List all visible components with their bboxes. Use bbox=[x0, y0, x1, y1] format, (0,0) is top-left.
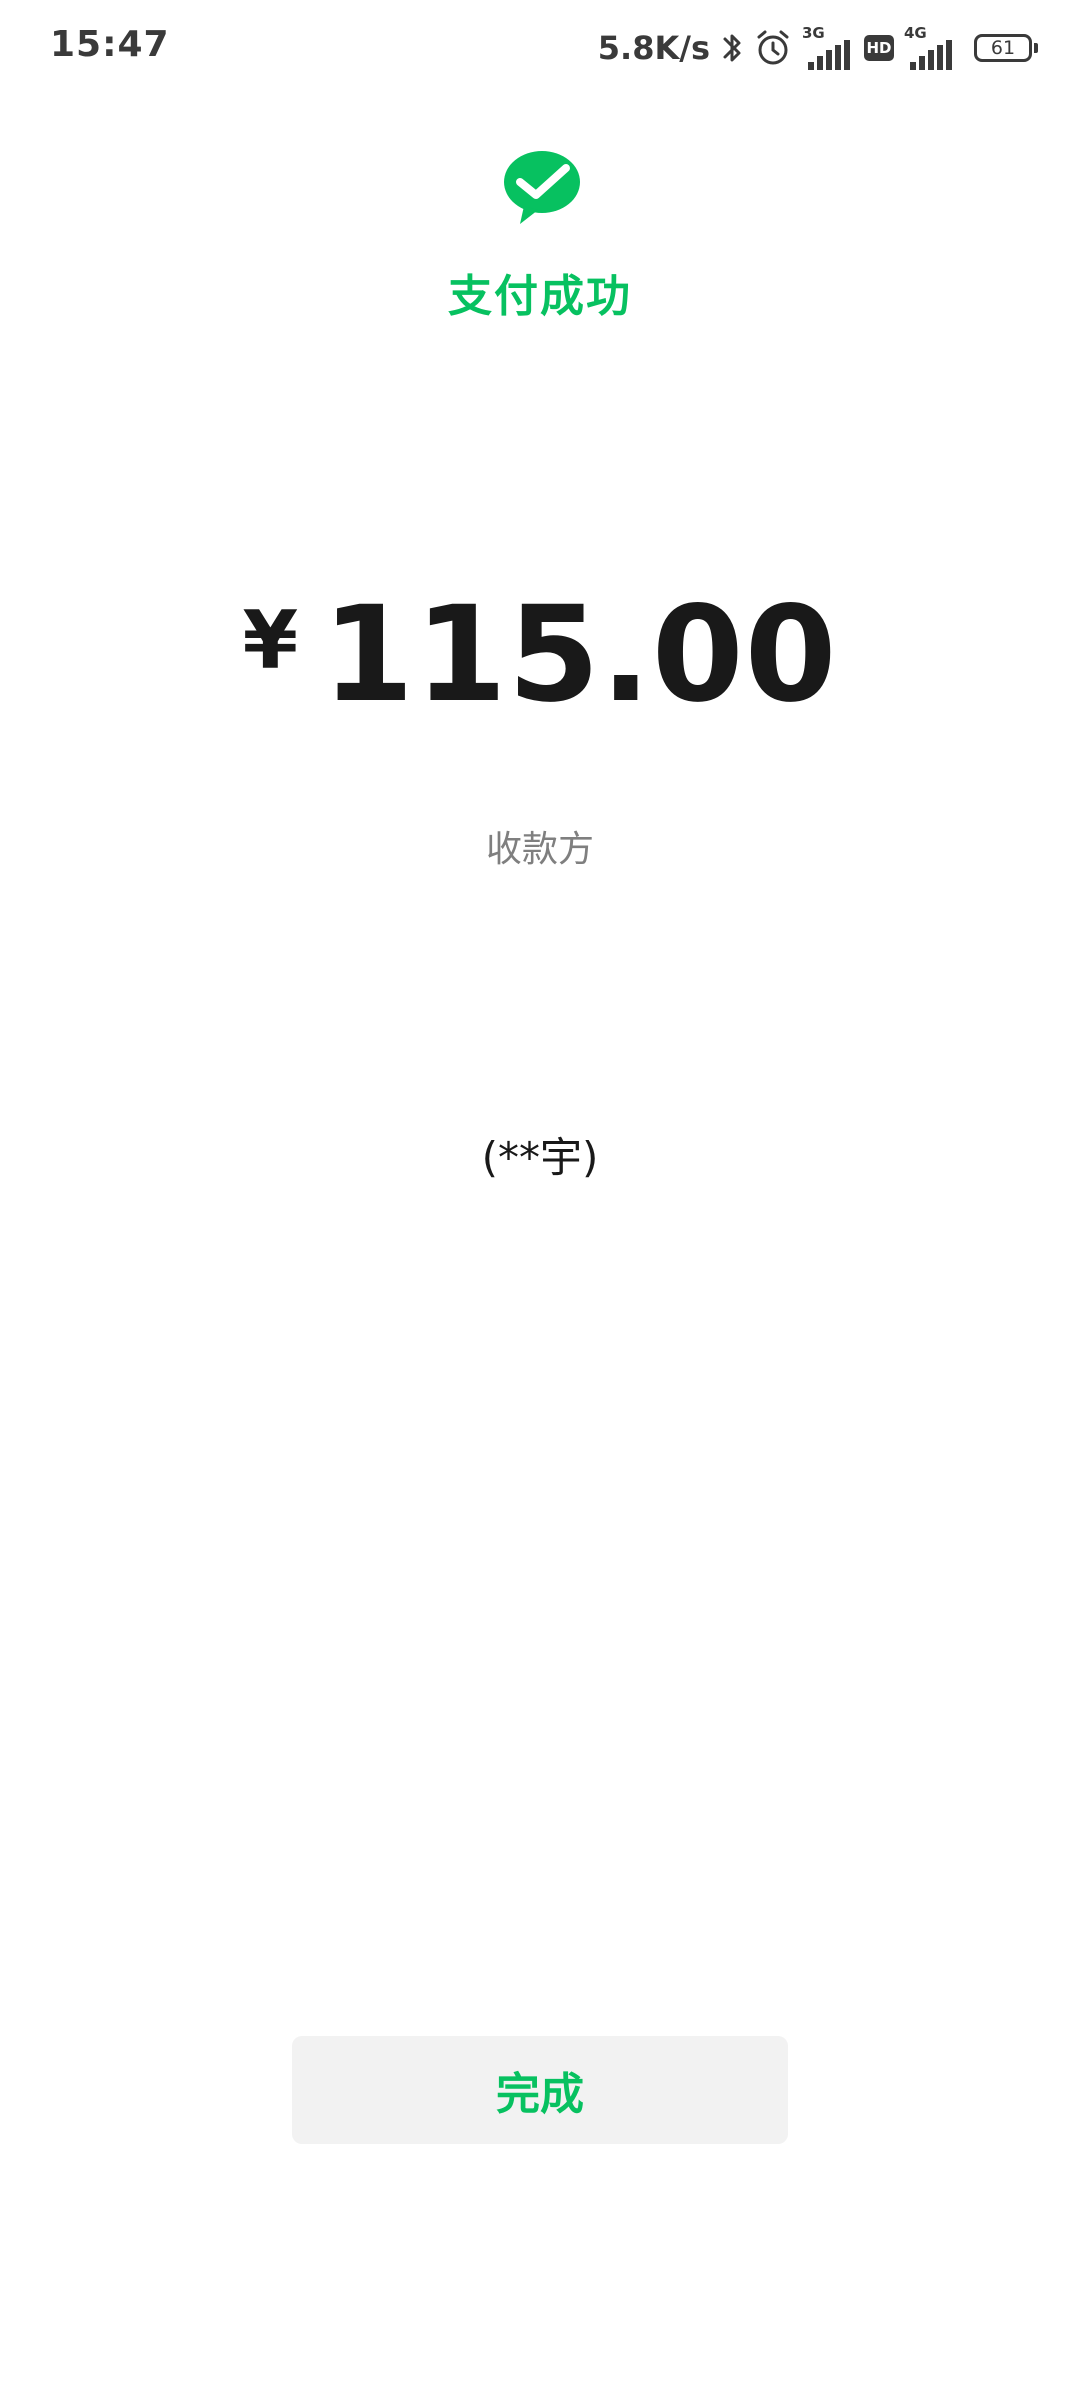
battery-icon: 61 bbox=[974, 32, 1040, 64]
payment-success-title: 支付成功 bbox=[448, 271, 632, 322]
alarm-icon bbox=[754, 29, 792, 67]
done-button[interactable]: 完成 bbox=[292, 2036, 788, 2144]
battery-tip bbox=[1034, 43, 1038, 53]
hd-icon: HD bbox=[864, 35, 894, 61]
payment-amount: ¥ 115.00 bbox=[0, 580, 1080, 730]
bluetooth-icon bbox=[722, 30, 744, 66]
payee-label: 收款方 bbox=[485, 829, 594, 870]
status-bar: 15:47 5.8K/s 3G HD 4G 61 bbox=[0, 0, 1080, 96]
sim2-network-label: 4G bbox=[904, 24, 927, 42]
status-icons-group: 5.8K/s 3G HD 4G 61 bbox=[598, 22, 1040, 74]
network-speed: 5.8K/s bbox=[597, 29, 710, 67]
currency-symbol: ¥ bbox=[242, 594, 299, 687]
sim2-signal-icon: 4G bbox=[904, 26, 956, 70]
sim1-network-label: 3G bbox=[802, 24, 825, 42]
status-time: 15:47 bbox=[50, 24, 170, 65]
battery-level: 61 bbox=[974, 34, 1032, 62]
sim1-signal-icon: 3G bbox=[802, 26, 854, 70]
payee-name: (**宇) bbox=[481, 1133, 599, 1182]
wechat-pay-icon bbox=[502, 150, 582, 226]
amount-value: 115.00 bbox=[322, 578, 838, 732]
